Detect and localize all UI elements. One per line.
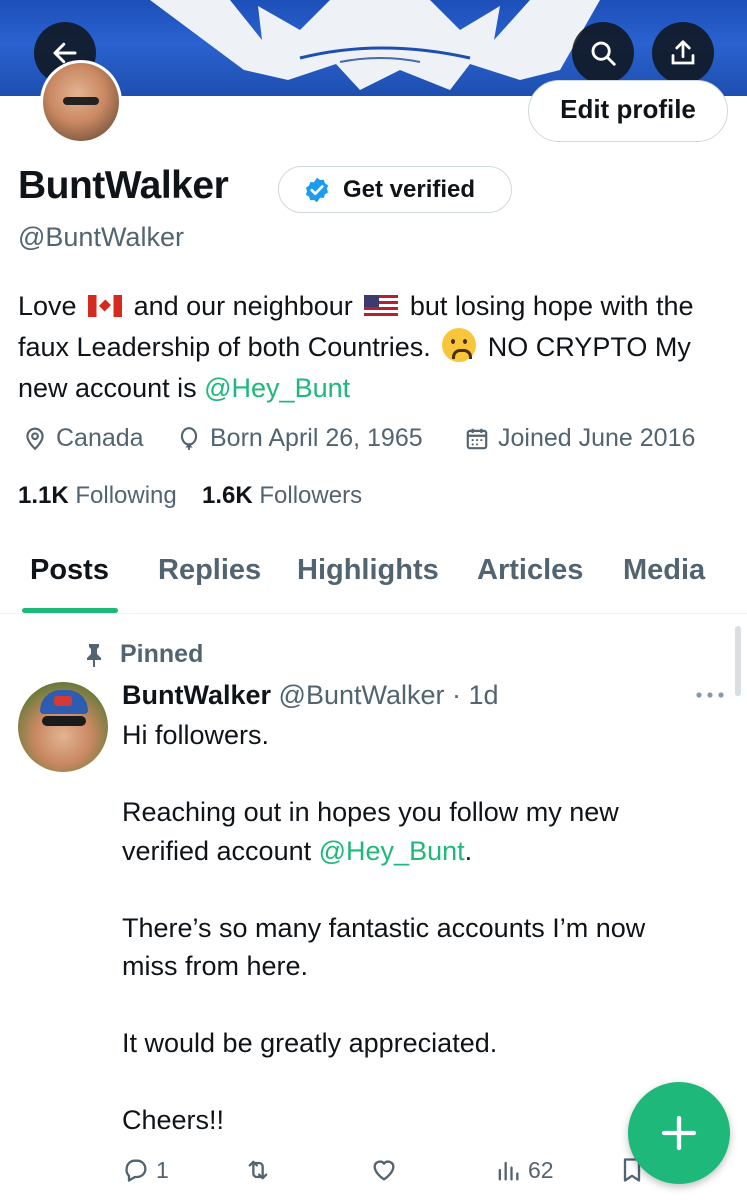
birthday-text: Born April 26, 1965 — [210, 424, 423, 452]
share-icon — [671, 40, 695, 65]
profile-name: BuntWalker — [18, 164, 229, 207]
profile-joined: Joined June 2016 — [464, 424, 695, 453]
profile-handle: @BuntWalker — [18, 222, 184, 252]
post-header: BuntWalker @BuntWalker · 1d — [122, 680, 499, 711]
edit-profile-button[interactable]: Edit profile — [528, 80, 728, 142]
following-link[interactable]: 1.1K Following — [18, 482, 177, 510]
post-time[interactable]: 1d — [469, 680, 499, 710]
post-blank-line — [122, 870, 722, 909]
location-pin-icon — [26, 427, 44, 450]
post-separator: · — [444, 680, 469, 710]
tab-replies[interactable]: Replies — [158, 554, 261, 587]
verified-badge-icon — [303, 176, 331, 204]
like-button[interactable] — [370, 1156, 398, 1184]
pinned-label: Pinned — [120, 640, 204, 668]
repost-button[interactable] — [244, 1156, 272, 1184]
tab-media[interactable]: Media — [623, 554, 705, 587]
post-mention-link[interactable]: @Hey_Bunt — [319, 836, 465, 866]
following-label: Following — [75, 482, 177, 509]
pinned-indicator: Pinned — [82, 640, 203, 669]
followers-link[interactable]: 1.6K Followers — [202, 482, 362, 510]
search-button[interactable] — [572, 22, 634, 84]
repost-icon — [248, 1160, 268, 1180]
profile-bio: Love and our neighbour but losing hope w… — [18, 286, 738, 409]
tab-articles[interactable]: Articles — [477, 554, 583, 587]
balloon-icon — [180, 426, 198, 450]
profile-tabs: Posts Replies Highlights Articles Media — [0, 530, 747, 614]
profile-location: Canada — [22, 424, 144, 453]
reply-icon — [125, 1159, 147, 1182]
post-author-name[interactable]: BuntWalker — [122, 680, 271, 710]
pin-icon — [87, 643, 101, 667]
search-icon — [591, 41, 616, 66]
post-blank-line — [122, 1063, 722, 1102]
reply-button[interactable]: 1 — [122, 1156, 169, 1184]
bio-mention-link[interactable]: @Hey_Bunt — [204, 373, 350, 403]
frowning-face-icon — [442, 328, 477, 362]
followers-count: 1.6K — [202, 482, 253, 509]
post-line: verified account @Hey_Bunt. — [122, 832, 722, 871]
views-button[interactable]: 62 — [494, 1156, 554, 1184]
followers-label: Followers — [259, 482, 363, 509]
get-verified-button[interactable]: Get verified — [278, 166, 512, 213]
more-options-icon[interactable] — [694, 690, 726, 700]
compose-post-button[interactable] — [628, 1082, 730, 1184]
post-line: Reaching out in hopes you follow my new — [122, 797, 619, 827]
post-line-text: verified account — [122, 835, 312, 866]
scrollbar[interactable] — [735, 626, 741, 696]
plus-icon — [661, 1115, 697, 1151]
profile-avatar[interactable] — [40, 60, 122, 144]
bar-chart-icon — [498, 1161, 519, 1181]
view-count: 62 — [528, 1156, 554, 1183]
post-line: There’s so many fantastic accounts I’m n… — [122, 912, 646, 943]
joined-text: Joined June 2016 — [498, 424, 696, 452]
reply-count: 1 — [156, 1156, 169, 1183]
post-text: Hi followers. Reaching out in hopes you … — [122, 716, 722, 1140]
post-line: miss from here. — [122, 951, 309, 981]
calendar-icon — [466, 428, 488, 449]
tab-posts[interactable]: Posts — [30, 554, 109, 587]
active-tab-indicator — [22, 608, 118, 613]
post-author-avatar[interactable] — [18, 682, 108, 772]
us-flag-icon — [364, 295, 399, 317]
profile-birthday: Born April 26, 1965 — [176, 424, 423, 453]
bio-text: and our neighbour — [133, 291, 353, 321]
post-line-text: . — [464, 835, 473, 866]
heart-icon — [373, 1160, 395, 1181]
post-line: It would be greatly appreciated. — [122, 1028, 498, 1058]
location-text: Canada — [56, 424, 144, 452]
post-line: Hi followers. — [122, 720, 270, 750]
post-author-handle[interactable]: @BuntWalker — [279, 680, 445, 710]
post-blank-line — [122, 755, 722, 794]
tab-highlights[interactable]: Highlights — [297, 554, 439, 587]
canada-flag-icon — [88, 295, 123, 317]
following-count: 1.1K — [18, 482, 69, 509]
share-button[interactable] — [652, 22, 714, 84]
post-blank-line — [122, 986, 722, 1025]
bio-text: Love — [18, 291, 77, 321]
get-verified-label: Get verified — [343, 175, 476, 203]
